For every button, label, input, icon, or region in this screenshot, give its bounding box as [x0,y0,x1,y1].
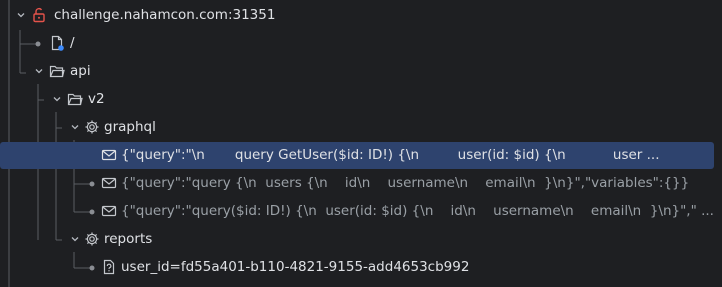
folder-icon [49,63,65,79]
v2-label: v2 [88,91,105,107]
reports-label: reports [104,231,153,247]
unknown-file-icon [101,259,117,275]
report-item[interactable]: user_id=fd55a401-b110-4821-9155-add4653c… [0,254,722,281]
chevron-down-icon[interactable] [69,233,81,245]
request-label: {"query":"\n query GetUser($id: ID!) {\n… [121,147,660,163]
chevron-down-icon[interactable] [15,9,27,21]
tree-node-host[interactable]: challenge.nahamcon.com:31351 [0,2,722,29]
tree-node-v2[interactable]: v2 [0,86,722,113]
report-item-label: user_id=fd55a401-b110-4821-9155-add4653c… [121,259,470,275]
folder-icon [67,91,83,107]
envelope-icon [101,147,117,163]
envelope-icon [101,175,117,191]
gear-icon [84,119,100,135]
api-label: api [70,63,91,79]
tree-node-reports[interactable]: reports [0,226,722,253]
unlocked-host-icon [31,7,47,23]
file-icon [49,35,65,51]
graphql-label: graphql [104,119,156,135]
host-label: challenge.nahamcon.com:31351 [54,7,276,23]
chevron-down-icon[interactable] [51,93,63,105]
gear-icon [84,231,100,247]
chevron-down-icon[interactable] [69,121,81,133]
request-label: {"query":"query($id: ID!) {\n user(id: $… [121,203,714,219]
tree-node-graphql[interactable]: graphql [0,114,722,141]
root-path-label: / [70,35,75,51]
tree-node-root-path[interactable]: / [0,30,722,57]
request-item-3[interactable]: {"query":"query($id: ID!) {\n user(id: $… [0,198,722,225]
envelope-icon [101,203,117,219]
request-item-1[interactable]: {"query":"\n query GetUser($id: ID!) {\n… [0,142,722,169]
request-item-2[interactable]: {"query":"query {\n users {\n id\n usern… [0,170,722,197]
site-tree: challenge.nahamcon.com:31351 / api v2 gr… [0,0,722,287]
chevron-down-icon[interactable] [33,65,45,77]
request-label: {"query":"query {\n users {\n id\n usern… [121,175,690,191]
tree-node-api[interactable]: api [0,58,722,85]
